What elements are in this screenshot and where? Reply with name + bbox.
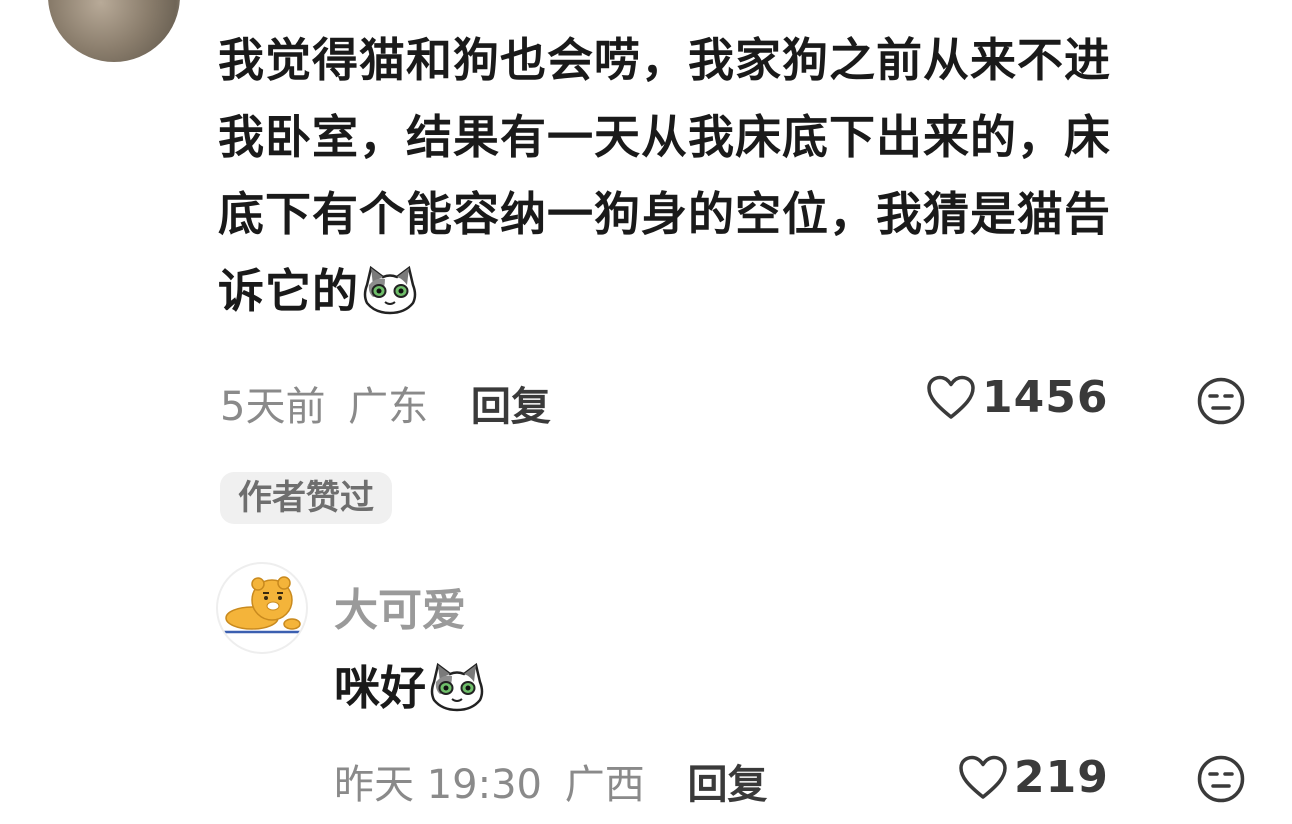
commenter-avatar[interactable] [48,0,180,62]
reply-button[interactable]: 回复 [687,762,767,808]
bear-character-icon [224,576,302,634]
comment-line: 我卧室，结果有一天从我床底下出来的，床 [218,110,1111,164]
like-count: 1456 [982,372,1109,423]
heart-icon [927,375,975,419]
comment-text: 我觉得猫和狗也会唠，我家狗之前从来不进 我卧室，结果有一天从我床底下出来的，床 … [218,22,1258,330]
comment-line: 我觉得猫和狗也会唠，我家狗之前从来不进 [218,33,1111,87]
reply-avatar[interactable] [216,562,308,654]
dislike-face-icon[interactable] [1196,376,1246,426]
reply-meta: 昨天 19:30 广西 回复 [334,752,767,810]
like-button[interactable]: 219 [958,752,1109,803]
reply-text: 咪好 [334,652,486,718]
comment-location: 广东 [348,384,429,430]
reply-location: 广西 [564,762,645,808]
comment-time: 5天前 [220,384,326,430]
reply-button[interactable]: 回复 [471,384,551,430]
heart-icon [959,755,1007,799]
dislike-face-icon[interactable] [1196,754,1246,804]
comment-meta: 5天前 广东 回复 [220,374,551,432]
like-count: 219 [1014,752,1109,803]
cat-face-emoji-icon [430,662,484,712]
like-button[interactable]: 1456 [926,372,1108,423]
cat-face-emoji-icon [363,265,417,315]
comment-line: 诉它的 [218,253,1258,330]
comment-line: 底下有个能容纳一狗身的空位，我猜是猫告 [218,187,1111,241]
author-liked-badge: 作者赞过 [220,472,392,524]
reply-time: 昨天 19:30 [334,762,542,808]
reply-username[interactable]: 大可爱 [334,574,466,638]
